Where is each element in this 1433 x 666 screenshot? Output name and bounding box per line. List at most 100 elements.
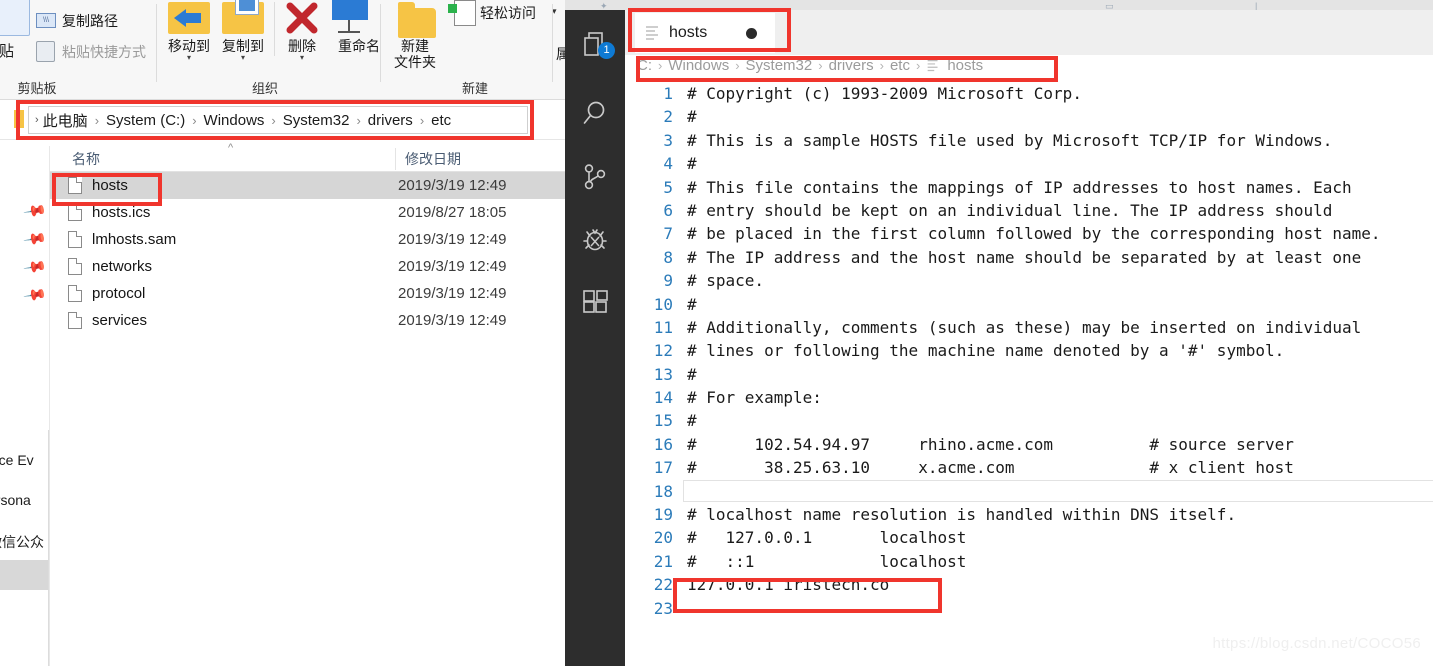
move-to-icon[interactable] [168, 2, 210, 34]
breadcrumb-item-5[interactable]: etc [431, 112, 451, 129]
editor-line: 20 # 127.0.0.1 localhost [625, 526, 1433, 549]
line-text[interactable]: # 102.54.94.97 rhino.acme.com # source s… [687, 435, 1294, 454]
breadcrumb-item-2[interactable]: Windows [204, 112, 265, 129]
easy-access-label[interactable]: 轻松访问 [480, 3, 536, 23]
current-line-highlight [683, 479, 1433, 502]
vscode-breadcrumb-separator: › [658, 58, 663, 73]
table-row[interactable]: hosts 2019/3/19 12:49 [50, 172, 565, 199]
text-file-icon [927, 59, 938, 71]
line-text[interactable]: # 38.25.63.10 x.acme.com # x client host [687, 458, 1294, 477]
copy-path-label[interactable]: 复制路径 [62, 11, 118, 31]
paste-label[interactable]: 粘贴 [0, 40, 14, 61]
editor-line: 4 # [625, 152, 1433, 175]
delete-icon[interactable] [284, 2, 320, 34]
vscode-editor[interactable]: 1 # Copyright (c) 1993-2009 Microsoft Cor… [625, 82, 1433, 666]
line-text[interactable]: # [687, 365, 697, 384]
table-row[interactable]: protocol 2019/3/19 12:49 [50, 280, 565, 307]
breadcrumb-item-1[interactable]: System (C:) [106, 112, 185, 129]
copy-to-button[interactable]: 复制到 ▾ [214, 38, 272, 62]
editor-line: 8 # The IP address and the host name shou… [625, 246, 1433, 269]
table-row[interactable]: services 2019/3/19 12:49 [50, 307, 565, 334]
line-text[interactable]: # [687, 107, 697, 126]
copy-path-icon[interactable]: \\\ [36, 13, 56, 28]
new-folder-icon[interactable] [398, 2, 436, 38]
new-folder-label-line2: 文件夹 [394, 54, 436, 71]
breadcrumb-item-4[interactable]: drivers [368, 112, 413, 129]
line-text[interactable]: # This file contains the mappings of IP … [687, 178, 1352, 197]
line-text[interactable]: # space. [687, 271, 764, 290]
vscode-breadcrumb-item-3[interactable]: drivers [829, 57, 874, 74]
vscode-breadcrumb-separator: › [915, 58, 921, 73]
line-text[interactable]: # The IP address and the host name shoul… [687, 248, 1361, 267]
line-number: 3 [663, 130, 673, 150]
copy-to-icon[interactable] [222, 0, 264, 34]
properties-label[interactable]: 属性 [556, 44, 565, 64]
file-icon [68, 258, 82, 275]
move-to-caret-icon[interactable]: ▾ [160, 54, 218, 62]
breadcrumb-item-3[interactable]: System32 [283, 112, 350, 129]
line-text[interactable]: # 127.0.0.1 localhost [687, 528, 966, 547]
address-folder-icon [14, 110, 24, 128]
debug-icon [583, 229, 607, 251]
line-text[interactable]: # lines or following the machine name de… [687, 341, 1284, 360]
address-back-caret-icon[interactable]: › [35, 114, 39, 126]
editor-line-current[interactable]: 18 [625, 479, 1433, 503]
tab-hosts[interactable]: hosts [635, 13, 775, 53]
vscode-title-bar: ✦ ▭ | [565, 0, 1433, 11]
line-text[interactable]: # entry should be kept on an individual … [687, 201, 1332, 220]
activity-bar-item-debug[interactable] [565, 216, 625, 264]
line-text[interactable]: # Copyright (c) 1993-2009 Microsoft Corp… [687, 84, 1082, 103]
delete-caret-icon[interactable]: ▾ [276, 54, 328, 62]
easy-access-icon[interactable] [454, 0, 476, 26]
activity-bar-item-extensions[interactable] [565, 279, 625, 327]
unsaved-indicator-icon[interactable] [746, 27, 757, 39]
editor-line: 5 # This file contains the mappings of IP… [625, 176, 1433, 199]
activity-bar-item-source-control[interactable] [565, 153, 625, 201]
line-number: 9 [663, 271, 673, 291]
line-text[interactable]: # [687, 154, 697, 173]
activity-bar-item-search[interactable] [565, 90, 625, 138]
table-row[interactable]: networks 2019/3/19 12:49 [50, 253, 565, 280]
vscode-breadcrumb-item-4[interactable]: etc [890, 57, 910, 74]
vscode-breadcrumb-item-5[interactable]: hosts [947, 57, 983, 74]
line-text[interactable]: # ::1 localhost [687, 552, 966, 571]
file-date-modified: 2019/3/19 12:49 [398, 285, 507, 302]
paste-icon[interactable] [0, 0, 30, 36]
column-header-date-modified[interactable]: 修改日期 [405, 149, 461, 169]
line-text[interactable]: # For example: [687, 388, 822, 407]
move-to-button[interactable]: 移动到 ▾ [160, 38, 218, 62]
line-text[interactable]: # This is a sample HOSTS file used by Mi… [687, 131, 1332, 150]
line-text[interactable]: # [687, 411, 697, 430]
line-text[interactable]: 127.0.0.1 iristech.co [687, 575, 889, 594]
breadcrumb-item-0[interactable]: 此电脑 [43, 110, 88, 131]
explorer-address-bar[interactable]: › 此电脑 › System (C:) › Windows › System32… [28, 106, 528, 134]
pin-icon: 📌 [22, 227, 48, 252]
column-divider[interactable] [395, 148, 396, 170]
table-row[interactable]: lmhosts.sam 2019/3/19 12:49 [50, 226, 565, 253]
line-text[interactable]: # [687, 295, 697, 314]
edge-selected-block [0, 560, 48, 590]
explorer-badge: 1 [598, 42, 615, 59]
file-name: protocol [92, 285, 146, 302]
line-text[interactable]: # be placed in the first column followed… [687, 224, 1381, 243]
vscode-window: ✦ ▭ | 1 hosts C: › Windows › System32 › … [565, 0, 1433, 666]
file-list: hosts 2019/3/19 12:49 hosts.ics 2019/8/2… [50, 172, 565, 334]
table-row[interactable]: hosts.ics 2019/8/27 18:05 [50, 199, 565, 226]
breadcrumb-separator: › [419, 112, 425, 128]
editor-line: 13 # [625, 363, 1433, 386]
vscode-breadcrumb-item-2[interactable]: System32 [746, 57, 813, 74]
breadcrumb-separator: › [94, 112, 100, 128]
line-text[interactable]: # localhost name resolution is handled w… [687, 505, 1236, 524]
delete-button[interactable]: 删除 ▾ [276, 38, 328, 62]
rename-icon[interactable] [332, 0, 368, 20]
source-control-icon [584, 164, 606, 190]
activity-bar-item-explorer[interactable]: 1 [565, 20, 625, 68]
breadcrumb: C: › Windows › System32 › drivers › etc … [637, 57, 983, 74]
new-folder-label-line1: 新建 [401, 38, 429, 54]
new-folder-button[interactable]: 新建 文件夹 [382, 38, 448, 70]
column-header-name[interactable]: 名称 [72, 149, 100, 169]
vscode-breadcrumb-item-1[interactable]: Windows [668, 57, 729, 74]
line-text[interactable]: # Additionally, comments (such as these)… [687, 318, 1361, 337]
vscode-breadcrumb-item-0[interactable]: C: [637, 57, 652, 74]
copy-to-caret-icon[interactable]: ▾ [214, 54, 272, 62]
